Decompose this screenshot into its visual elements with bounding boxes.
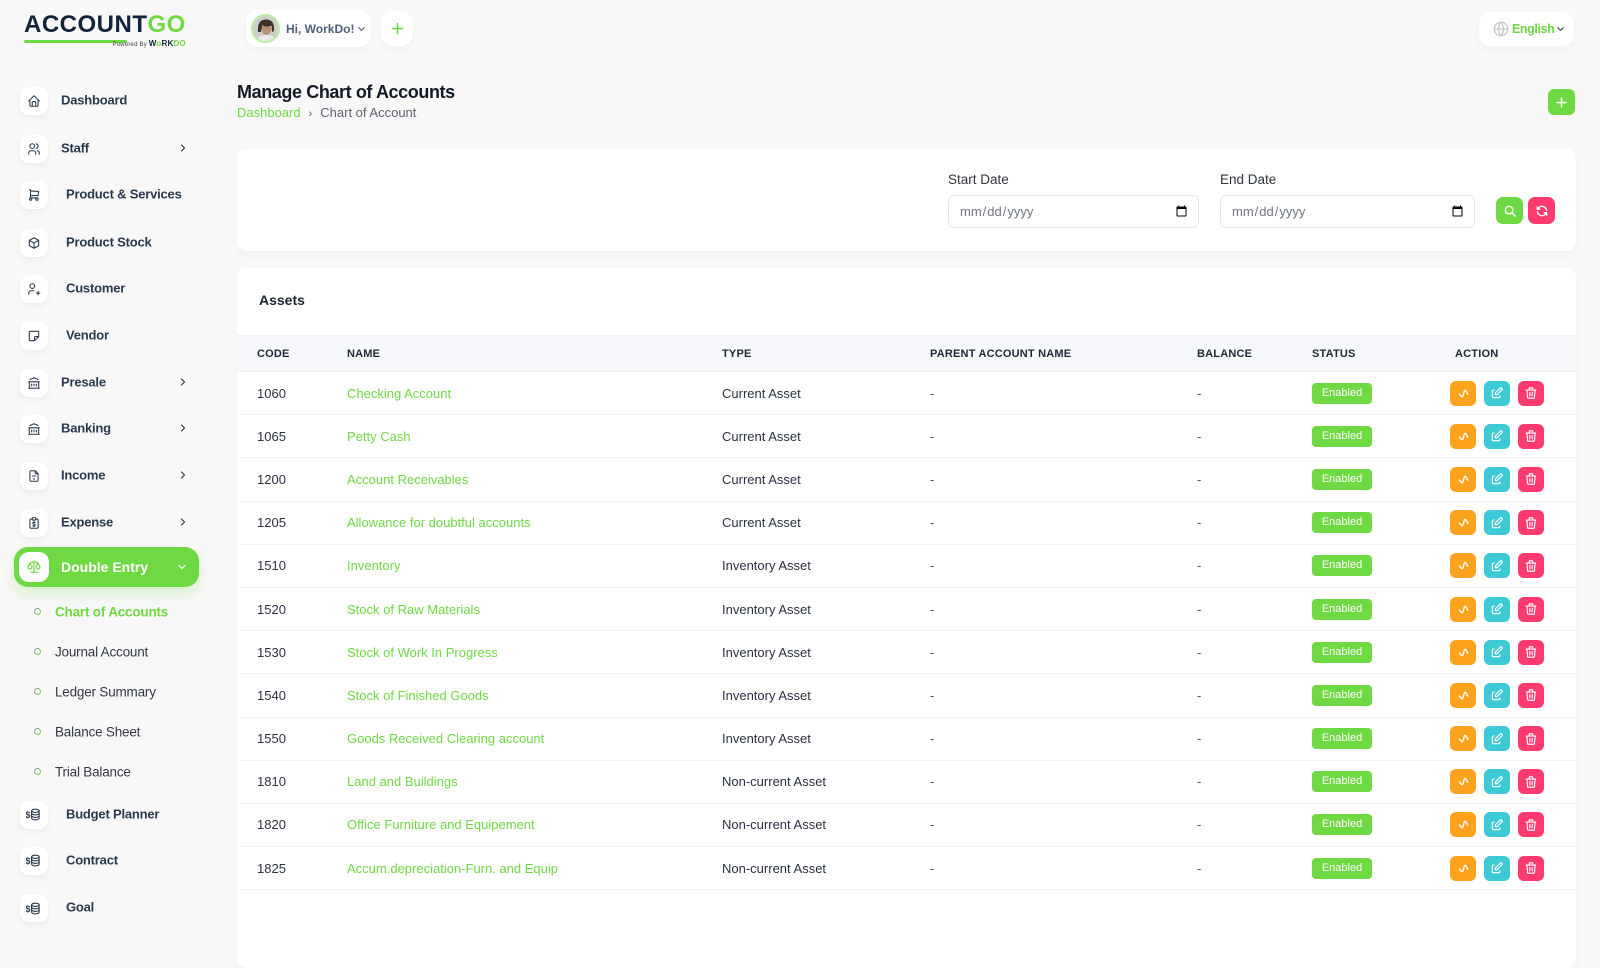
svg-text:$: $ bbox=[26, 903, 30, 913]
svg-text:$: $ bbox=[26, 810, 30, 820]
svg-text:$: $ bbox=[26, 856, 30, 866]
